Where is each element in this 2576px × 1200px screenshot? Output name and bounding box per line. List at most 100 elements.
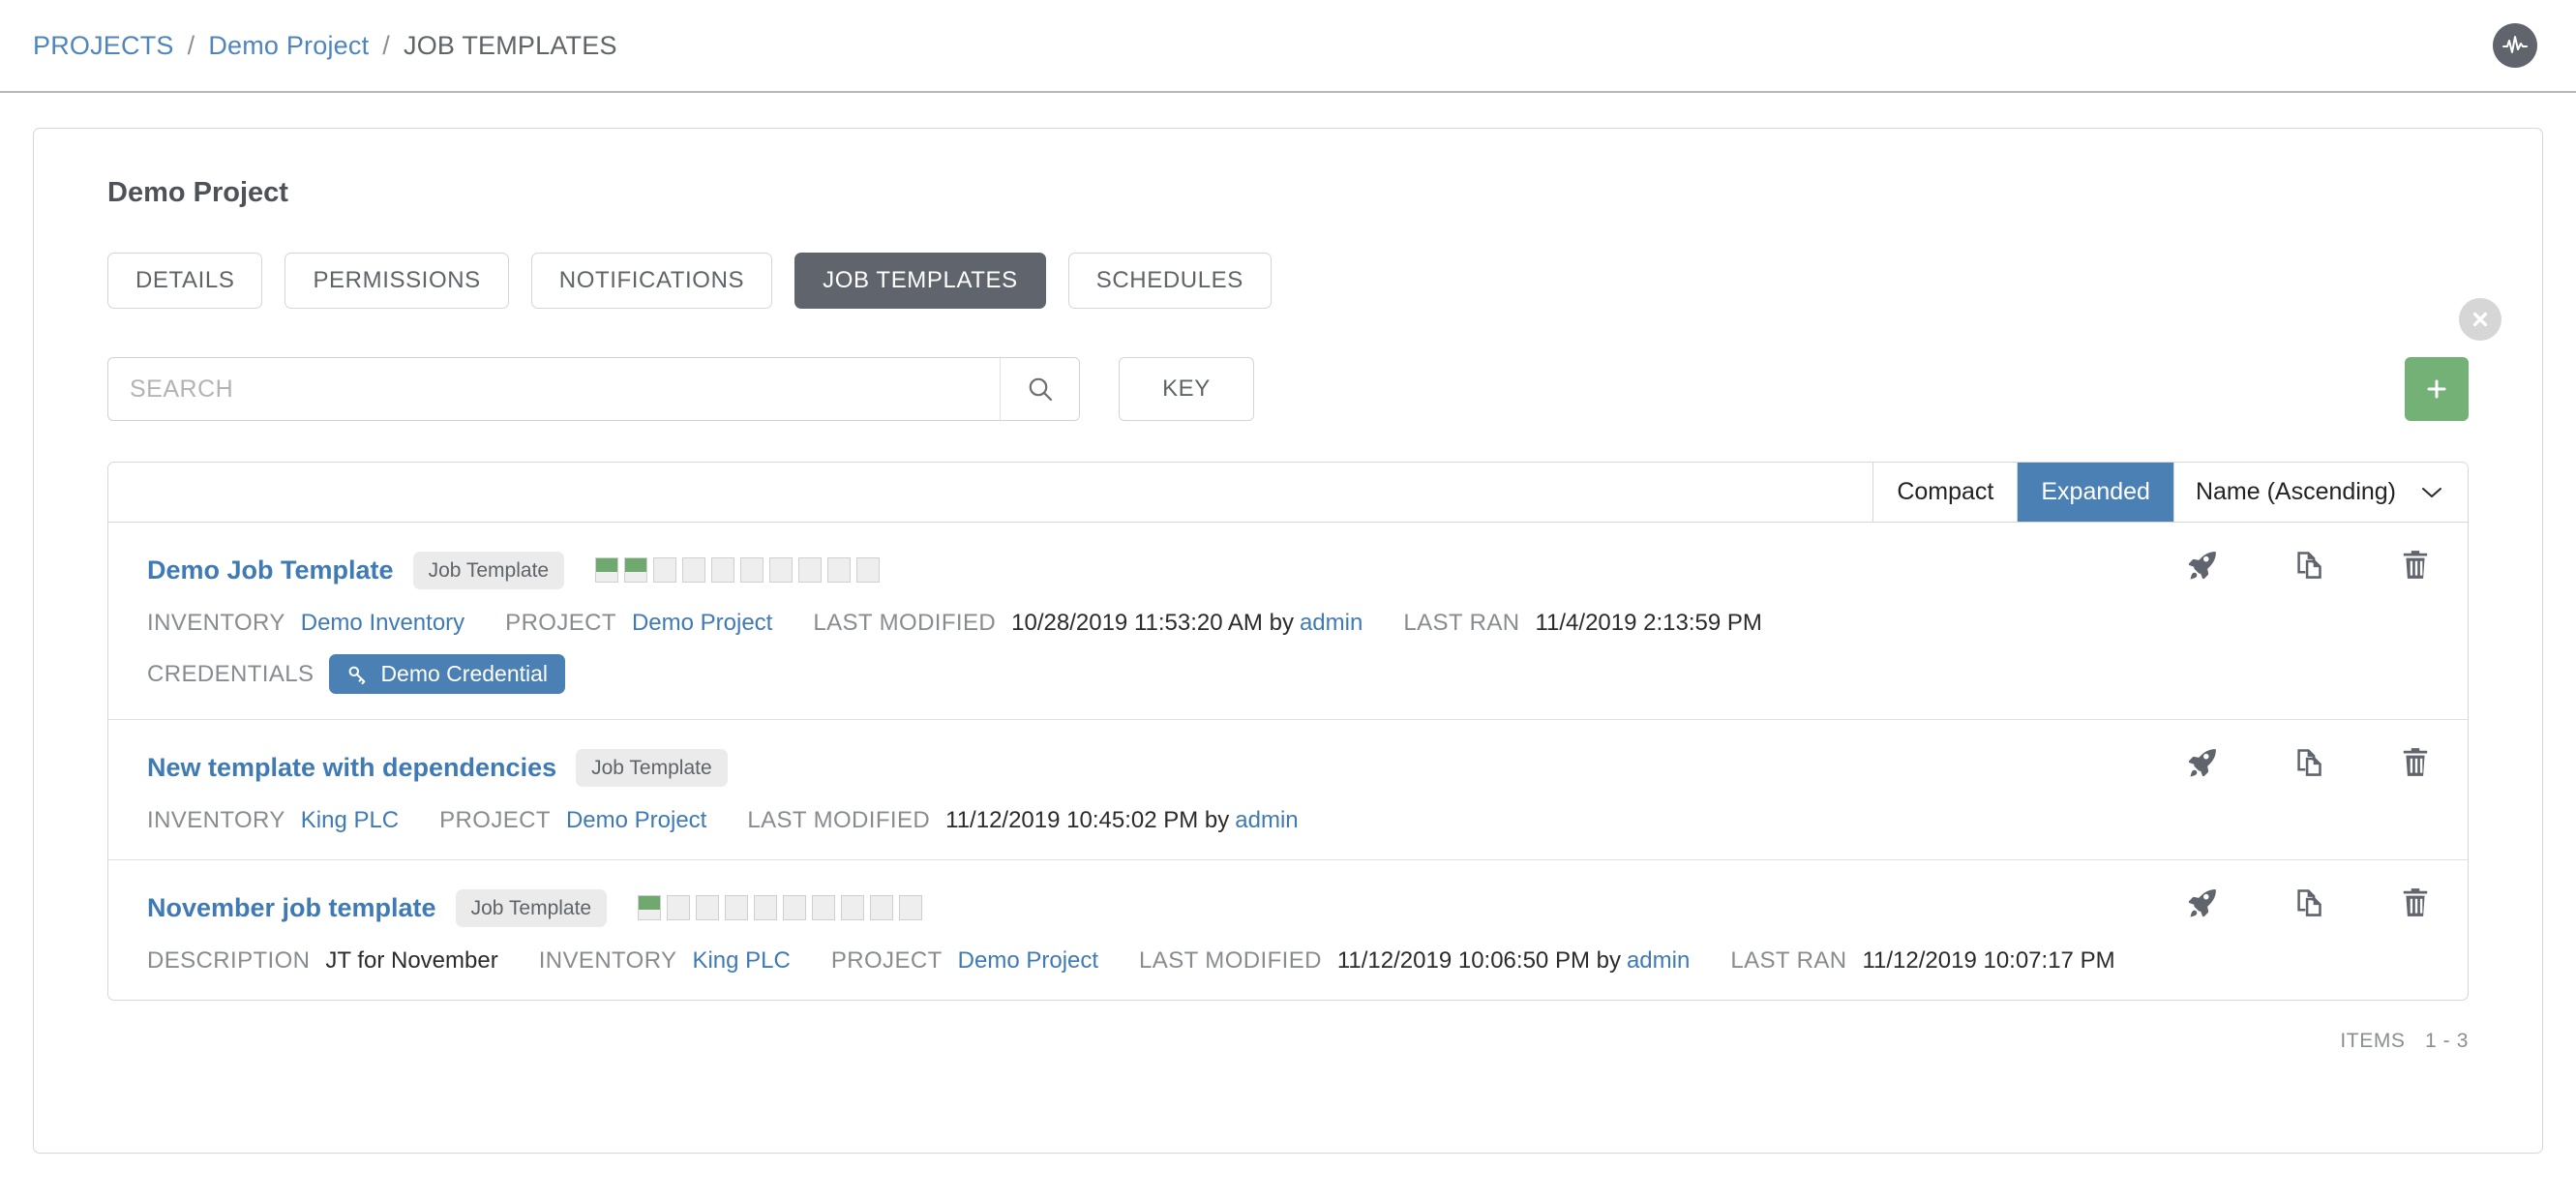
job-status-square[interactable] bbox=[754, 895, 778, 920]
trash-icon[interactable] bbox=[2398, 745, 2433, 780]
meta-label-inventory: INVENTORY bbox=[147, 610, 285, 636]
row-meta-line: DESCRIPTION JT for November INVENTORY Ki… bbox=[147, 947, 2435, 975]
page-wrapper: Demo Project DETAILS PERMISSIONS NOTIFIC… bbox=[0, 93, 2576, 1154]
row-credentials-line: CREDENTIALS Demo Credential bbox=[147, 654, 2435, 694]
key-button[interactable]: KEY bbox=[1119, 357, 1254, 421]
meta-label-credentials: CREDENTIALS bbox=[147, 660, 315, 687]
job-status-square[interactable] bbox=[899, 895, 923, 920]
sort-dropdown[interactable]: Name (Ascending) bbox=[2172, 463, 2468, 522]
status-badge: Job Template bbox=[412, 551, 565, 589]
meta-label-project: PROJECT bbox=[505, 610, 616, 636]
meta-value-project[interactable]: Demo Project bbox=[632, 610, 772, 637]
meta-label-inventory: INVENTORY bbox=[538, 947, 677, 974]
tab-job-templates[interactable]: JOB TEMPLATES bbox=[794, 253, 1046, 309]
meta-label-last-modified: LAST MODIFIED bbox=[747, 807, 931, 833]
search-icon[interactable] bbox=[1000, 358, 1079, 420]
tab-details[interactable]: DETAILS bbox=[107, 253, 263, 309]
job-status-square[interactable] bbox=[624, 557, 648, 583]
job-template-name-link[interactable]: Demo Job Template bbox=[147, 555, 394, 585]
job-status-square[interactable] bbox=[841, 895, 865, 920]
breadcrumb-item-demo-project[interactable]: Demo Project bbox=[208, 31, 369, 61]
meta-value-modified-by[interactable]: admin bbox=[1300, 610, 1363, 637]
job-status-square[interactable] bbox=[667, 895, 691, 920]
meta-value-inventory[interactable]: Demo Inventory bbox=[301, 610, 464, 637]
job-status-square[interactable] bbox=[595, 557, 619, 583]
job-status-square[interactable] bbox=[870, 895, 894, 920]
rocket-icon[interactable] bbox=[2185, 885, 2220, 920]
meta-value-project[interactable]: Demo Project bbox=[566, 807, 706, 834]
copy-icon[interactable] bbox=[2291, 745, 2326, 780]
chevron-down-icon bbox=[2422, 487, 2441, 497]
job-template-name-link[interactable]: November job template bbox=[147, 893, 436, 923]
meta-value-last-modified: 11/12/2019 10:06:50 PM by bbox=[1336, 947, 1621, 974]
job-status-square[interactable] bbox=[725, 895, 749, 920]
view-expanded-button[interactable]: Expanded bbox=[2017, 463, 2173, 522]
rocket-icon[interactable] bbox=[2185, 745, 2220, 780]
plus-icon bbox=[2427, 379, 2446, 399]
breadcrumb-item-projects[interactable]: PROJECTS bbox=[33, 31, 174, 61]
job-templates-card: Demo Project DETAILS PERMISSIONS NOTIFIC… bbox=[33, 128, 2543, 1154]
status-badge: Job Template bbox=[455, 888, 608, 927]
trash-icon[interactable] bbox=[2398, 548, 2433, 583]
close-icon[interactable] bbox=[2459, 298, 2501, 341]
meta-label-last-modified: LAST MODIFIED bbox=[813, 610, 997, 636]
job-status-square[interactable] bbox=[653, 557, 677, 583]
meta-value-last-ran: 11/12/2019 10:07:17 PM bbox=[1862, 947, 2115, 974]
job-templates-list: Compact Expanded Name (Ascending) Demo J… bbox=[107, 462, 2469, 1001]
tab-notifications[interactable]: NOTIFICATIONS bbox=[530, 253, 773, 309]
meta-value-inventory[interactable]: King PLC bbox=[692, 947, 790, 975]
meta-label-project: PROJECT bbox=[830, 947, 943, 974]
job-status-square[interactable] bbox=[769, 557, 794, 583]
job-status-square[interactable] bbox=[711, 557, 735, 583]
table-row: New template with dependencies Job Templ… bbox=[108, 720, 2468, 860]
row-header: Demo Job Template Job Template bbox=[147, 548, 2435, 592]
meta-value-modified-by[interactable]: admin bbox=[1235, 807, 1298, 834]
tab-permissions[interactable]: PERMISSIONS bbox=[285, 253, 509, 309]
search-input[interactable] bbox=[108, 358, 1000, 420]
add-job-template-button[interactable] bbox=[2405, 357, 2469, 421]
copy-icon[interactable] bbox=[2291, 548, 2326, 583]
table-row: November job template Job Template DESCR… bbox=[108, 860, 2468, 1000]
job-status-square[interactable] bbox=[783, 895, 807, 920]
meta-label-project: PROJECT bbox=[439, 807, 551, 833]
rocket-icon[interactable] bbox=[2185, 548, 2220, 583]
meta-value-project[interactable]: Demo Project bbox=[958, 947, 1098, 975]
row-meta-line: INVENTORY Demo Inventory PROJECT Demo Pr… bbox=[147, 610, 2435, 637]
breadcrumb-separator: / bbox=[187, 30, 195, 60]
trash-icon[interactable] bbox=[2398, 885, 2433, 920]
job-template-name-link[interactable]: New template with dependencies bbox=[147, 753, 556, 783]
meta-label-last-modified: LAST MODIFIED bbox=[1139, 947, 1322, 974]
job-status-square[interactable] bbox=[812, 895, 836, 920]
search-toolbar: KEY bbox=[107, 357, 2503, 421]
job-status-square[interactable] bbox=[740, 557, 764, 583]
items-count: ITEMS 1 - 3 bbox=[2326, 1030, 2469, 1053]
credential-chip[interactable]: Demo Credential bbox=[329, 654, 566, 694]
job-status-square[interactable] bbox=[696, 895, 720, 920]
row-header: New template with dependencies Job Templ… bbox=[147, 745, 2435, 790]
items-count-label: ITEMS bbox=[2340, 1030, 2406, 1052]
job-status-square[interactable] bbox=[856, 557, 881, 583]
copy-icon[interactable] bbox=[2291, 885, 2326, 920]
sort-dropdown-label: Name (Ascending) bbox=[2195, 478, 2396, 505]
meta-value-modified-by[interactable]: admin bbox=[1627, 947, 1690, 975]
job-status-square[interactable] bbox=[682, 557, 706, 583]
meta-label-description: DESCRIPTION bbox=[147, 947, 311, 974]
meta-value-last-modified: 11/12/2019 10:45:02 PM by bbox=[945, 807, 1230, 833]
view-compact-button[interactable]: Compact bbox=[1872, 463, 2018, 522]
row-actions bbox=[2185, 548, 2433, 583]
breadcrumb-bar: PROJECTS / Demo Project / JOB TEMPLATES bbox=[0, 0, 2576, 93]
activity-stream-icon[interactable] bbox=[2493, 23, 2537, 68]
breadcrumb-item-job-templates: JOB TEMPLATES bbox=[404, 30, 617, 60]
key-icon bbox=[349, 666, 366, 684]
meta-value-last-modified: 10/28/2019 11:53:20 AM by bbox=[1011, 610, 1294, 636]
tab-schedules[interactable]: SCHEDULES bbox=[1067, 253, 1272, 309]
list-header: Compact Expanded Name (Ascending) bbox=[108, 463, 2468, 523]
meta-value-inventory[interactable]: King PLC bbox=[301, 807, 399, 834]
job-status-square[interactable] bbox=[827, 557, 852, 583]
search-group bbox=[107, 357, 1080, 421]
job-status-square[interactable] bbox=[638, 895, 662, 920]
list-footer: ITEMS 1 - 3 bbox=[107, 1030, 2469, 1053]
meta-label-last-ran: LAST RAN bbox=[1730, 947, 1847, 974]
table-row: Demo Job Template Job Template INVENTORY… bbox=[108, 523, 2468, 720]
job-status-square[interactable] bbox=[798, 557, 823, 583]
